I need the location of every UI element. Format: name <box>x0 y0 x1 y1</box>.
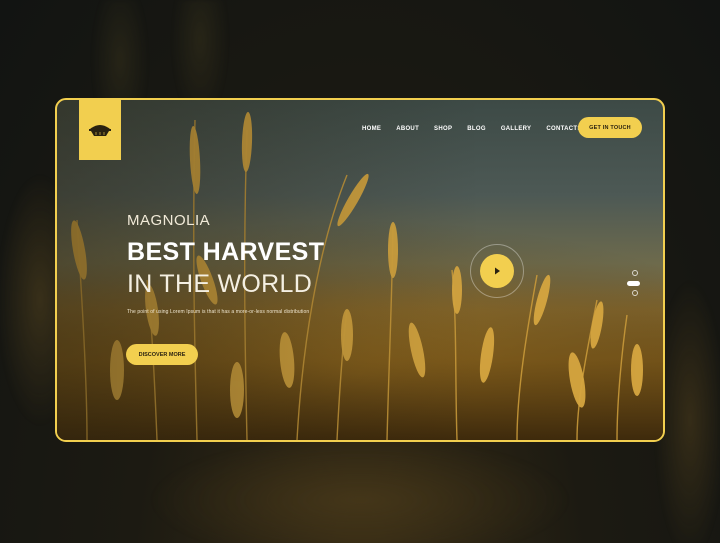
basket-logo-icon <box>89 125 111 136</box>
slider-dot-1[interactable] <box>632 270 638 276</box>
slider-dot-3[interactable] <box>632 290 638 296</box>
main-nav: HOME ABOUT SHOP BLOG GALLERY CONTACTS <box>362 126 597 132</box>
play-button[interactable] <box>480 254 514 288</box>
discover-more-button[interactable]: DISCOVER MORE <box>126 344 198 365</box>
nav-item-contacts[interactable]: CONTACTS <box>546 126 581 132</box>
play-icon <box>495 267 500 275</box>
nav-item-gallery[interactable]: GALLERY <box>501 126 532 132</box>
hero-title: BEST HARVEST <box>127 238 325 266</box>
logo[interactable] <box>79 100 121 160</box>
nav-item-blog[interactable]: BLOG <box>467 126 486 132</box>
slider-dot-2-active[interactable] <box>627 281 640 286</box>
nav-item-shop[interactable]: SHOP <box>434 126 452 132</box>
nav-item-home[interactable]: HOME <box>362 126 381 132</box>
get-in-touch-button[interactable]: GET IN TOUCH <box>578 117 642 138</box>
nav-item-about[interactable]: ABOUT <box>396 126 419 132</box>
hero-subtitle: MAGNOLIA <box>127 212 211 229</box>
landing-page-frame: HOME ABOUT SHOP BLOG GALLERY CONTACTS GE… <box>55 98 665 442</box>
hero-title-secondary: IN THE WORLD <box>127 270 313 298</box>
hero-description: The point of using Lorem Ipsum is that i… <box>127 309 310 315</box>
